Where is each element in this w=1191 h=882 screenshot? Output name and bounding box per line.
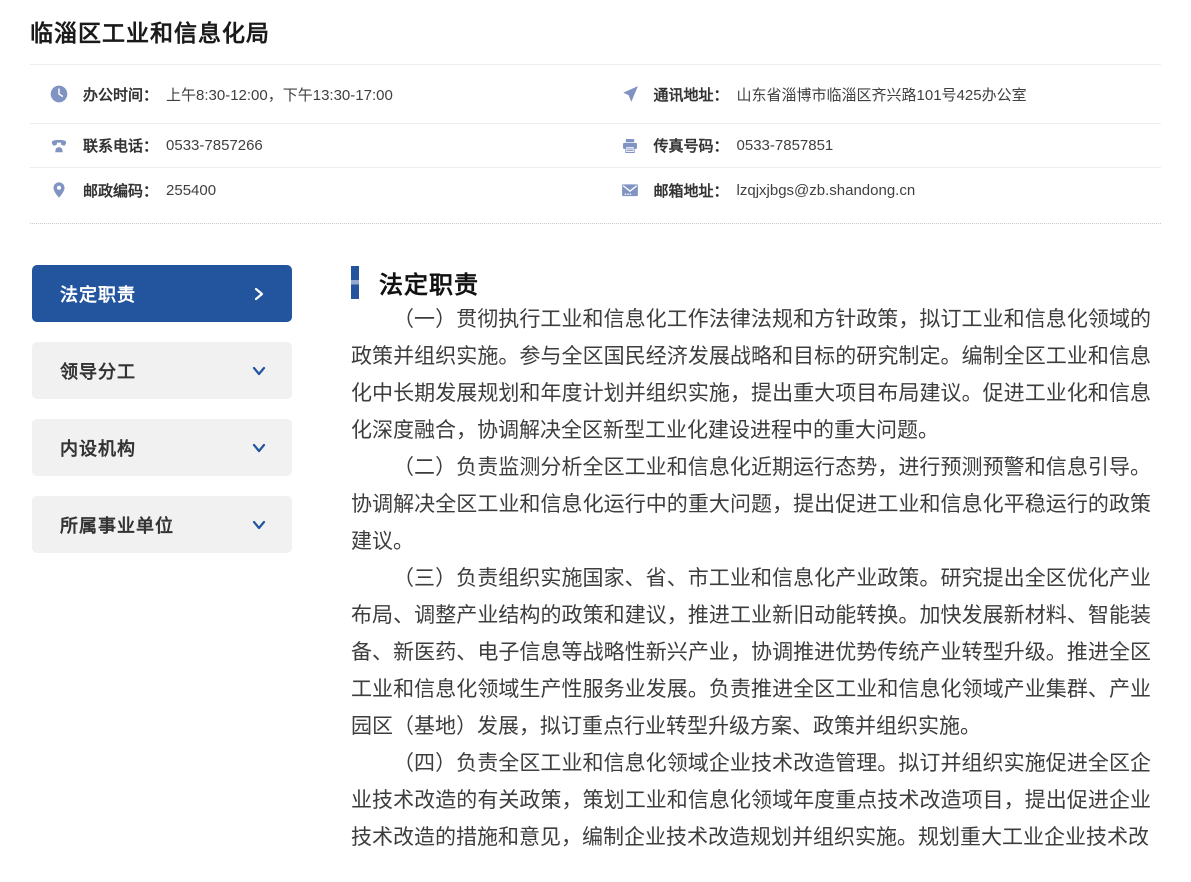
duty-paragraph: （二）负责监测分析全区工业和信息化近期运行态势，进行预测预警和信息引导。协调解决… bbox=[351, 449, 1151, 560]
sidebar-item-legal-duties[interactable]: 法定职责 bbox=[32, 265, 292, 322]
address-value: 山东省淄博市临淄区齐兴路101号425办公室 bbox=[737, 84, 1027, 105]
send-icon bbox=[621, 85, 639, 103]
postcode-label: 邮政编码： bbox=[83, 180, 158, 201]
sidebar-item-leadership[interactable]: 领导分工 bbox=[32, 342, 292, 399]
fax-label: 传真号码： bbox=[654, 135, 729, 156]
content-area: 法定职责 （一）贯彻执行工业和信息化工作法律法规和方针政策，拟订工业和信息化领域… bbox=[351, 265, 1191, 856]
duty-paragraph: （三）负责组织实施国家、省、市工业和信息化产业政策。研究提出全区优化产业布局、调… bbox=[351, 560, 1151, 745]
sidebar-item-label: 领导分工 bbox=[60, 358, 136, 384]
phone-label: 联系电话： bbox=[83, 135, 158, 156]
section-marker-bar bbox=[351, 266, 359, 299]
office-hours-label: 办公时间： bbox=[83, 84, 158, 105]
duty-paragraph: （四）负责全区工业和信息化领域企业技术改造管理。拟订并组织实施促进全区企业技术改… bbox=[351, 745, 1151, 856]
clock-icon bbox=[50, 85, 68, 103]
section-title: 法定职责 bbox=[379, 265, 479, 300]
section-body: （一）贯彻执行工业和信息化工作法律法规和方针政策，拟订工业和信息化领域的政策并组… bbox=[351, 301, 1151, 856]
sidebar-item-internal-departments[interactable]: 内设机构 bbox=[32, 419, 292, 476]
sidebar-item-label: 法定职责 bbox=[60, 281, 136, 307]
office-hours-value: 上午8:30-12:00，下午13:30-17:00 bbox=[166, 84, 393, 105]
duty-paragraph: （一）贯彻执行工业和信息化工作法律法规和方针政策，拟订工业和信息化领域的政策并组… bbox=[351, 301, 1151, 449]
sidebar-item-affiliated-units[interactable]: 所属事业单位 bbox=[32, 496, 292, 553]
content-header: 法定职责 bbox=[351, 265, 1151, 299]
contact-office-hours: 办公时间： 上午8:30-12:00，下午13:30-17:00 bbox=[30, 65, 596, 124]
phone-value: 0533-7857266 bbox=[166, 137, 263, 154]
chevron-down-icon bbox=[250, 362, 268, 380]
chevron-down-icon bbox=[250, 516, 268, 534]
contact-fax: 传真号码： 0533-7857851 bbox=[596, 124, 1162, 168]
address-label: 通讯地址： bbox=[654, 84, 729, 105]
fax-value: 0533-7857851 bbox=[737, 137, 834, 154]
phone-icon bbox=[50, 137, 68, 155]
contact-postcode: 邮政编码： 255400 bbox=[30, 168, 596, 212]
email-label: 邮箱地址： bbox=[654, 180, 729, 201]
chevron-right-icon bbox=[250, 285, 268, 303]
sidebar-item-label: 内设机构 bbox=[60, 435, 136, 461]
email-value: lzqjxjbgs@zb.shandong.cn bbox=[737, 182, 916, 199]
main-layout: 法定职责 领导分工 内设机构 所属事业单位 法定职责 bbox=[32, 265, 1191, 856]
contact-phone: 联系电话： 0533-7857266 bbox=[30, 124, 596, 168]
sidebar: 法定职责 领导分工 内设机构 所属事业单位 bbox=[32, 265, 292, 573]
mail-icon bbox=[621, 181, 639, 199]
contact-info-panel: 办公时间： 上午8:30-12:00，下午13:30-17:00 通讯地址： 山… bbox=[30, 64, 1161, 224]
chevron-down-icon bbox=[250, 439, 268, 457]
printer-icon bbox=[621, 137, 639, 155]
page-title: 临淄区工业和信息化局 bbox=[30, 14, 1161, 48]
contact-email: 邮箱地址： lzqjxjbgs@zb.shandong.cn bbox=[596, 168, 1162, 212]
postcode-value: 255400 bbox=[166, 182, 216, 199]
sidebar-item-label: 所属事业单位 bbox=[60, 512, 174, 538]
contact-grid: 办公时间： 上午8:30-12:00，下午13:30-17:00 通讯地址： 山… bbox=[30, 65, 1161, 212]
contact-address: 通讯地址： 山东省淄博市临淄区齐兴路101号425办公室 bbox=[596, 65, 1162, 124]
location-icon bbox=[50, 181, 68, 199]
